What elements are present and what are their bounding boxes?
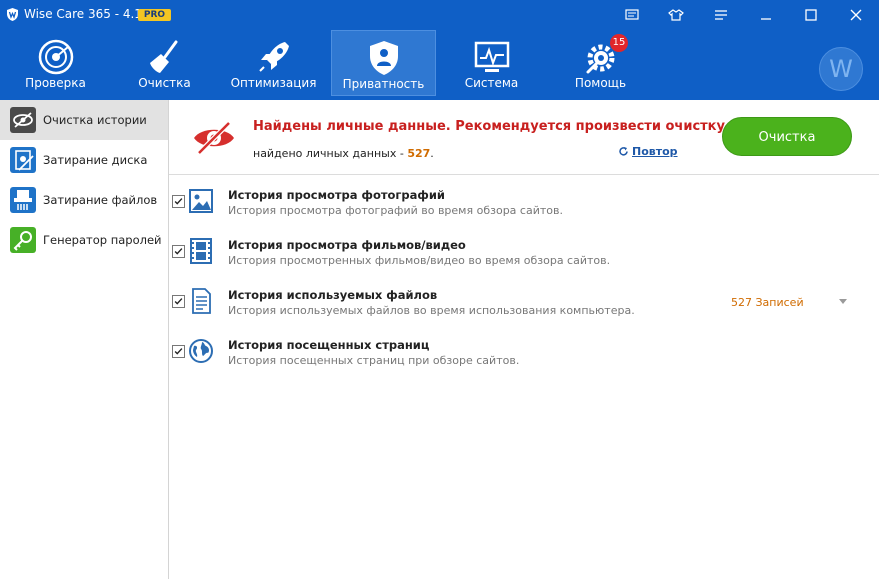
tshirt-icon <box>668 9 684 21</box>
menu-icon <box>715 10 727 20</box>
broom-icon <box>149 40 177 73</box>
history-desc: История используемых файлов во время исп… <box>228 304 635 317</box>
history-item-photos: История просмотра фотографий История про… <box>169 176 879 224</box>
main-nav: Проверка Очистка Оптимизация Приватность <box>0 30 879 100</box>
nav-help[interactable]: 15 Помощь <box>548 30 653 96</box>
notification-badge: 15 <box>610 34 628 52</box>
rocket-icon <box>258 42 289 72</box>
found-data-line: найдено личных данных - 527. <box>253 147 434 160</box>
history-title: История посещенных страниц <box>228 338 430 352</box>
disk-icon <box>10 147 36 173</box>
history-item-video: История просмотра фильмов/видео История … <box>169 226 879 274</box>
key-icon <box>10 227 36 253</box>
nav-label: Помощь <box>574 76 627 90</box>
eye-crossed-icon <box>194 121 234 155</box>
checkbox-pages[interactable] <box>172 345 185 358</box>
film-icon <box>190 238 212 264</box>
maximize-icon <box>805 9 817 21</box>
checkbox-video[interactable] <box>172 245 185 258</box>
shield-icon <box>369 41 398 75</box>
sidebar-item-label: Затирание файлов <box>43 193 158 207</box>
user-avatar[interactable]: W <box>819 47 863 91</box>
app-logo-icon <box>7 8 18 21</box>
sidebar-item-disk-wipe[interactable]: Затирание диска <box>0 140 168 180</box>
nav-label: Очистка <box>138 76 191 90</box>
nav-privacy[interactable]: Приватность <box>331 30 436 96</box>
nav-label: Приватность <box>342 77 425 91</box>
found-suffix: . <box>430 147 434 160</box>
skin-button[interactable] <box>656 0 696 30</box>
window-title: Wise Care 365 - 4.1.4 <box>24 7 154 21</box>
alert-banner: Найдены личные данные. Рекомендуется про… <box>169 100 879 175</box>
close-button[interactable] <box>836 0 876 30</box>
nav-label: Проверка <box>25 76 86 90</box>
clean-button[interactable]: Очистка <box>722 117 852 156</box>
nav-label: Оптимизация <box>230 76 317 90</box>
sidebar: Очистка истории Затирание диска Затирани… <box>0 100 169 579</box>
title-bar: Wise Care 365 - 4.1.4 PRO <box>0 0 879 30</box>
privacy-alert-text: Найдены личные данные. Рекомендуется про… <box>253 119 730 134</box>
sidebar-item-history-clean[interactable]: Очистка истории <box>0 100 168 140</box>
history-item-files: История используемых файлов История испо… <box>169 276 879 324</box>
sidebar-item-label: Затирание диска <box>43 153 148 167</box>
records-count-dropdown[interactable]: 527 Записей <box>731 296 804 309</box>
history-title: История просмотра фильмов/видео <box>228 238 466 252</box>
nav-clean[interactable]: Очистка <box>112 30 217 96</box>
maximize-button[interactable] <box>791 0 831 30</box>
radar-icon <box>38 39 73 75</box>
found-label: найдено личных данных - <box>253 147 408 160</box>
globe-icon <box>189 339 213 363</box>
close-icon <box>850 9 862 21</box>
sidebar-item-file-shred[interactable]: Затирание файлов <box>0 180 168 220</box>
retry-link[interactable]: Повтор <box>618 145 678 158</box>
monitor-icon <box>474 41 509 72</box>
history-item-pages: История посещенных страниц История посещ… <box>169 326 879 374</box>
checkbox-files[interactable] <box>172 295 185 308</box>
chevron-down-icon[interactable] <box>838 298 848 306</box>
main-panel: Найдены личные данные. Рекомендуется про… <box>169 100 879 579</box>
document-icon <box>192 288 211 314</box>
sidebar-item-label: Генератор паролей <box>43 233 162 247</box>
minimize-icon <box>761 18 771 20</box>
message-icon <box>625 9 639 20</box>
nav-check[interactable]: Проверка <box>3 30 108 96</box>
photo-icon <box>189 189 213 213</box>
sidebar-item-password-gen[interactable]: Генератор паролей <box>0 220 168 260</box>
refresh-icon <box>619 147 628 156</box>
retry-label: Повтор <box>632 145 678 158</box>
found-count: 527 <box>407 147 431 160</box>
history-title: История используемых файлов <box>228 288 438 302</box>
message-button[interactable] <box>612 0 652 30</box>
nav-system[interactable]: Система <box>439 30 544 96</box>
history-desc: История просмотренных фильмов/видео во в… <box>228 254 611 267</box>
eye-icon <box>10 107 36 133</box>
history-title: История просмотра фотографий <box>228 188 445 202</box>
shredder-icon <box>10 187 36 213</box>
sidebar-item-label: Очистка истории <box>43 113 147 127</box>
history-desc: История посещенных страниц при обзоре са… <box>228 354 520 367</box>
nav-optimize[interactable]: Оптимизация <box>221 30 326 96</box>
checkbox-photos[interactable] <box>172 195 185 208</box>
pro-badge: PRO <box>138 9 171 21</box>
minimize-button[interactable] <box>746 0 786 30</box>
history-desc: История просмотра фотографий во время об… <box>228 204 563 217</box>
nav-label: Система <box>464 76 519 90</box>
menu-button[interactable] <box>701 0 741 30</box>
